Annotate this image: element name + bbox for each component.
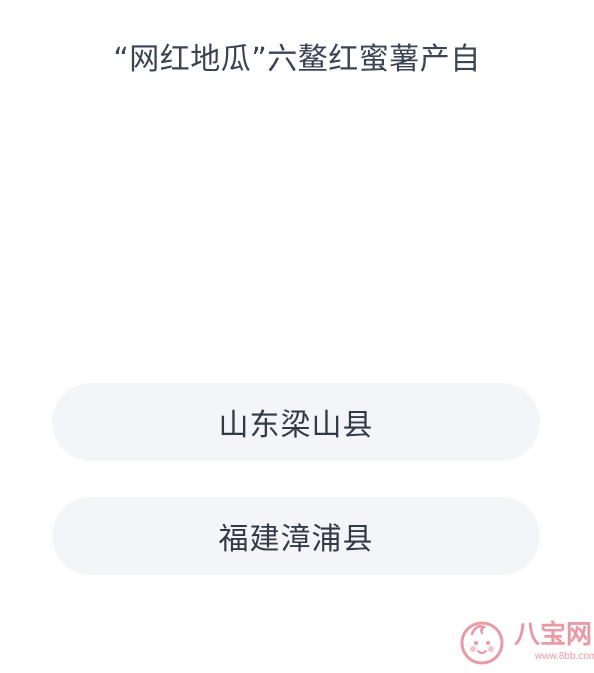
question-text: “网红地瓜”六鳌红蜜薯产自 (113, 42, 481, 77)
watermark-title: 八宝网 (514, 620, 593, 650)
answer-option-label: 山东梁山县 (218, 408, 374, 443)
quiz-page: “网红地瓜”六鳌红蜜薯产自 山东梁山县 福建漳浦县 八宝网 www.8bb.co… (0, 0, 594, 673)
watermark-url: www.8bb.com (535, 651, 594, 662)
answer-option-2[interactable]: 福建漳浦县 (52, 497, 540, 575)
answer-option-1[interactable]: 山东梁山县 (52, 383, 540, 461)
baby-face-logo-icon (460, 621, 504, 665)
answer-option-label: 福建漳浦县 (218, 522, 374, 557)
watermark: 八宝网 www.8bb.com (458, 618, 594, 670)
